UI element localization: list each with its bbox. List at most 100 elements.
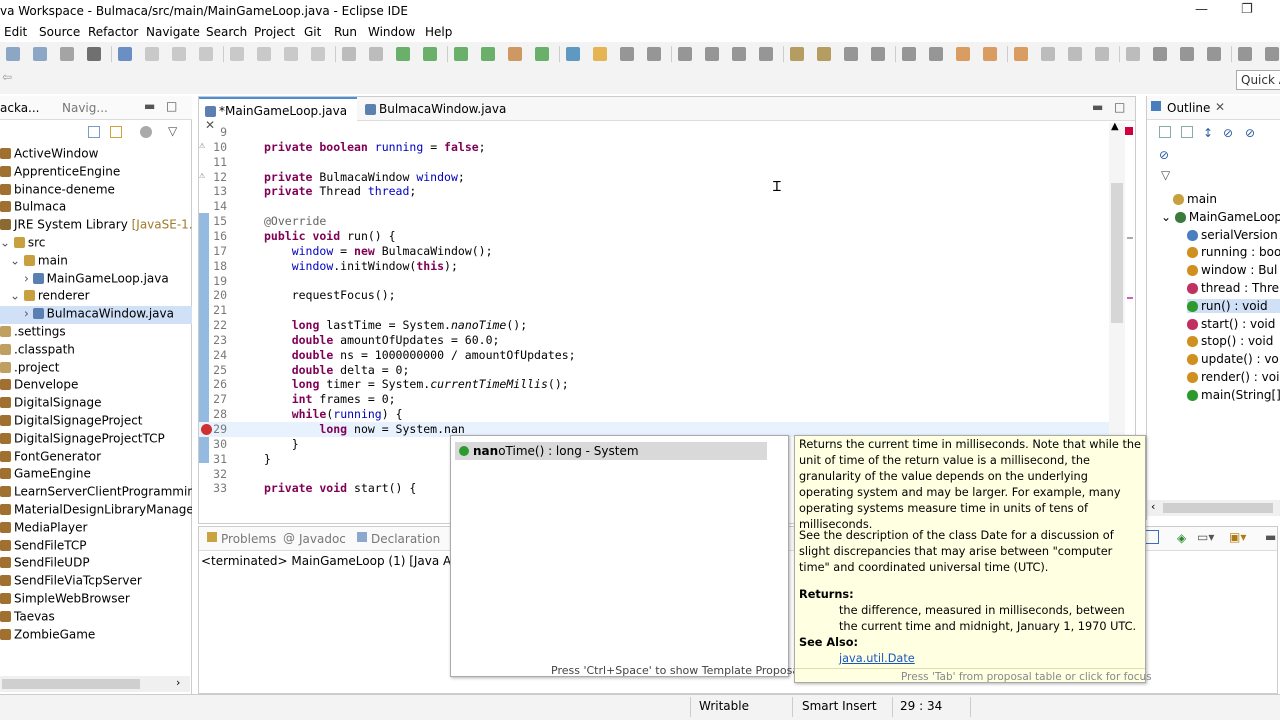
tree-item[interactable]: Taevas bbox=[0, 609, 192, 627]
tree-item[interactable]: Denvelope bbox=[0, 377, 192, 395]
display-console-icon[interactable]: ▭▾ bbox=[1197, 530, 1214, 544]
toolbar-button-icon[interactable] bbox=[1126, 47, 1140, 61]
hide-nonpublic-icon[interactable]: ⊘ bbox=[1159, 148, 1169, 162]
outline-item[interactable]: run() : void bbox=[1187, 298, 1280, 313]
tree-item[interactable]: .settings bbox=[0, 324, 192, 342]
toolbar-button-icon[interactable] bbox=[593, 47, 607, 61]
open-console-icon[interactable]: ◈ bbox=[1177, 531, 1186, 545]
tab-declaration[interactable]: Declaration bbox=[371, 532, 440, 546]
menu-help[interactable]: Help bbox=[425, 25, 452, 39]
sort-icon[interactable] bbox=[1181, 126, 1193, 138]
toolbar-button-icon[interactable] bbox=[678, 47, 692, 61]
outline-item[interactable]: main bbox=[1173, 192, 1280, 206]
close-outline-icon[interactable]: ✕ bbox=[1215, 100, 1225, 114]
horizontal-scrollbar[interactable]: › bbox=[0, 676, 190, 692]
toolbar-button-icon[interactable] bbox=[454, 47, 468, 61]
tree-item[interactable]: binance-deneme bbox=[0, 182, 192, 200]
toolbar-button-icon[interactable] bbox=[902, 47, 916, 61]
menu-source[interactable]: Source bbox=[39, 25, 80, 39]
outline-item[interactable]: main(String[] bbox=[1187, 388, 1280, 402]
pin-console-icon[interactable] bbox=[1145, 530, 1159, 544]
toolbar-button-icon[interactable] bbox=[199, 47, 213, 61]
code-line[interactable]: 20 requestFocus(); bbox=[199, 288, 1109, 303]
menu-navigate[interactable]: Navigate bbox=[146, 25, 200, 39]
menu-edit[interactable]: Edit bbox=[4, 25, 27, 39]
code-line[interactable]: 10 private boolean running = false; ⚠ bbox=[199, 140, 1109, 155]
toolbar-button-icon[interactable] bbox=[759, 47, 773, 61]
toolbar-button-icon[interactable] bbox=[535, 47, 549, 61]
code-line[interactable]: 27 int frames = 0; bbox=[199, 392, 1109, 407]
toolbar-button-icon[interactable] bbox=[956, 47, 970, 61]
code-line[interactable]: 9 bbox=[199, 125, 1109, 140]
tree-item[interactable]: DigitalSignageProject bbox=[0, 413, 192, 431]
toolbar-button-icon[interactable] bbox=[1265, 47, 1279, 61]
toolbar-button-icon[interactable] bbox=[118, 47, 132, 61]
tree-item[interactable]: ⌄ src bbox=[0, 235, 192, 253]
view-menu-icon[interactable]: ▽ bbox=[168, 124, 177, 138]
toolbar-button-icon[interactable] bbox=[1238, 47, 1252, 61]
filter-icon[interactable] bbox=[140, 126, 152, 138]
tree-item[interactable]: ZombieGame bbox=[0, 627, 192, 645]
editor-tab[interactable]: BulmacaWindow.java bbox=[359, 97, 512, 121]
tree-item[interactable]: .project bbox=[0, 360, 192, 378]
tree-item[interactable]: › BulmacaWindow.java bbox=[0, 306, 192, 324]
toolbar-button-icon[interactable] bbox=[566, 47, 580, 61]
tree-item[interactable]: › MainGameLoop.java bbox=[0, 271, 192, 289]
menu-refactor[interactable]: Refactor bbox=[88, 25, 138, 39]
code-line[interactable]: 17 window = new BulmacaWindow(); bbox=[199, 244, 1109, 259]
code-line[interactable]: 25 double delta = 0; bbox=[199, 363, 1109, 378]
toolbar-button-icon[interactable] bbox=[342, 47, 356, 61]
code-line[interactable]: 12 private BulmacaWindow window; ⚠ bbox=[199, 170, 1109, 185]
toolbar-button-icon[interactable] bbox=[284, 47, 298, 61]
code-line[interactable]: 11 bbox=[199, 155, 1109, 170]
tree-item[interactable]: .classpath bbox=[0, 342, 192, 360]
tree-item[interactable]: SimpleWebBrowser bbox=[0, 591, 192, 609]
expand-arrow-icon[interactable]: ⌄ bbox=[10, 253, 24, 267]
toolbar-button-icon[interactable] bbox=[1068, 47, 1082, 61]
tree-item[interactable]: Bulmaca bbox=[0, 199, 192, 217]
toolbar-button-icon[interactable] bbox=[60, 47, 74, 61]
tree-item[interactable]: ActiveWindow bbox=[0, 146, 192, 164]
toolbar-button-icon[interactable] bbox=[705, 47, 719, 61]
code-line[interactable]: 21 bbox=[199, 303, 1109, 318]
toolbar-button-icon[interactable] bbox=[87, 47, 101, 61]
warning-marker-icon[interactable]: ⚠ bbox=[199, 140, 205, 151]
toolbar-button-icon[interactable] bbox=[983, 47, 997, 61]
toolbar-button-icon[interactable] bbox=[145, 47, 159, 61]
code-line[interactable]: 18 window.initWindow(this); bbox=[199, 259, 1109, 274]
expand-arrow-icon[interactable]: ⌄ bbox=[1161, 210, 1175, 224]
toolbar-button-icon[interactable] bbox=[844, 47, 858, 61]
outline-item[interactable]: render() : voi bbox=[1187, 370, 1280, 384]
tree-item[interactable]: LearnServerClientProgramming bbox=[0, 484, 192, 502]
collapse-arrow-icon[interactable]: › bbox=[24, 271, 33, 285]
toolbar-button-icon[interactable] bbox=[1180, 47, 1194, 61]
hide-fields-icon[interactable]: ⊘ bbox=[1223, 126, 1233, 140]
tree-item[interactable]: SendFileUDP bbox=[0, 555, 192, 573]
code-line[interactable]: 26 long timer = System.currentTimeMillis… bbox=[199, 377, 1109, 392]
code-line[interactable]: 28 while(running) { bbox=[199, 407, 1109, 422]
outline-item[interactable]: thread : Thre bbox=[1187, 281, 1280, 295]
see-also-link[interactable]: java.util.Date bbox=[839, 651, 915, 667]
code-line[interactable]: 16 public void run() { bbox=[199, 229, 1109, 244]
toolbar-button-icon[interactable] bbox=[33, 47, 47, 61]
toolbar-button-icon[interactable] bbox=[1041, 47, 1055, 61]
tab-package-explorer[interactable]: acka... bbox=[0, 96, 40, 120]
tree-item[interactable]: GameEngine bbox=[0, 466, 192, 484]
error-marker-icon[interactable] bbox=[201, 424, 212, 435]
completion-item[interactable]: nanoTime() : long - System bbox=[455, 442, 767, 460]
outline-scrollbar[interactable]: ‹ bbox=[1147, 500, 1280, 516]
editor-tab[interactable]: *MainGameLoop.java ✕ bbox=[199, 97, 357, 132]
tree-item[interactable]: MediaPlayer bbox=[0, 520, 192, 538]
tree-item[interactable]: ⌄ renderer bbox=[0, 288, 192, 306]
code-line[interactable]: 14 bbox=[199, 199, 1109, 214]
toolbar-button-icon[interactable] bbox=[423, 47, 437, 61]
hide-static-icon[interactable]: ⊘ bbox=[1245, 126, 1255, 140]
minimize-view-icon[interactable]: ▬ bbox=[144, 99, 155, 113]
outline-item[interactable]: stop() : void bbox=[1187, 334, 1280, 348]
toolbar-button-icon[interactable] bbox=[929, 47, 943, 61]
menu-search[interactable]: Search bbox=[206, 25, 247, 39]
sort-alpha-icon[interactable]: ↕ bbox=[1203, 126, 1213, 140]
quick-access-input[interactable]: Quick Ac bbox=[1236, 70, 1280, 90]
toolbar-button-icon[interactable] bbox=[647, 47, 661, 61]
outline-item[interactable]: window : Bul bbox=[1187, 263, 1280, 277]
